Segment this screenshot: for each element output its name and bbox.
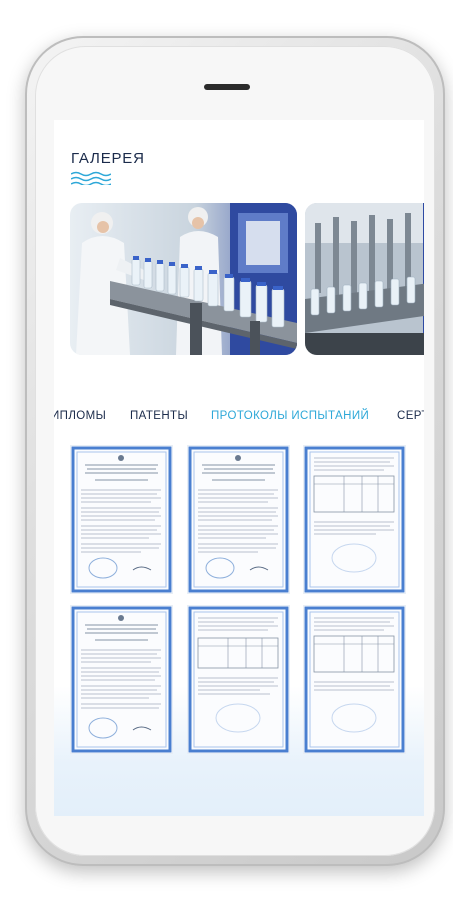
document-thumbnail[interactable]: [304, 606, 405, 753]
tab-patents[interactable]: ПАТЕНТЫ: [130, 410, 188, 422]
phone-screen: ГАЛЕРЕЯ ИПЛОМЫ ПАТЕНТЫ ПРОТОКОЛЫ ИСПЫТАН…: [54, 120, 424, 816]
tab-diplomas[interactable]: ИПЛОМЫ: [54, 410, 106, 422]
document-thumbnail[interactable]: [304, 446, 405, 593]
document-thumbnail[interactable]: [71, 606, 172, 753]
phone-speaker: [204, 84, 250, 90]
tab-test-protocols[interactable]: ПРОТОКОЛЫ ИСПЫТАНИЙ: [211, 410, 369, 422]
document-thumbnail[interactable]: [71, 446, 172, 593]
wave-icon: [71, 171, 111, 185]
gallery-photo-machine[interactable]: [305, 203, 424, 355]
tab-certificates[interactable]: СЕРТ: [397, 410, 424, 422]
gallery-photo-production[interactable]: [70, 203, 297, 355]
document-thumbnail[interactable]: [188, 606, 289, 753]
gallery-title: ГАЛЕРЕЯ: [71, 150, 145, 167]
document-thumbnail[interactable]: [188, 446, 289, 593]
